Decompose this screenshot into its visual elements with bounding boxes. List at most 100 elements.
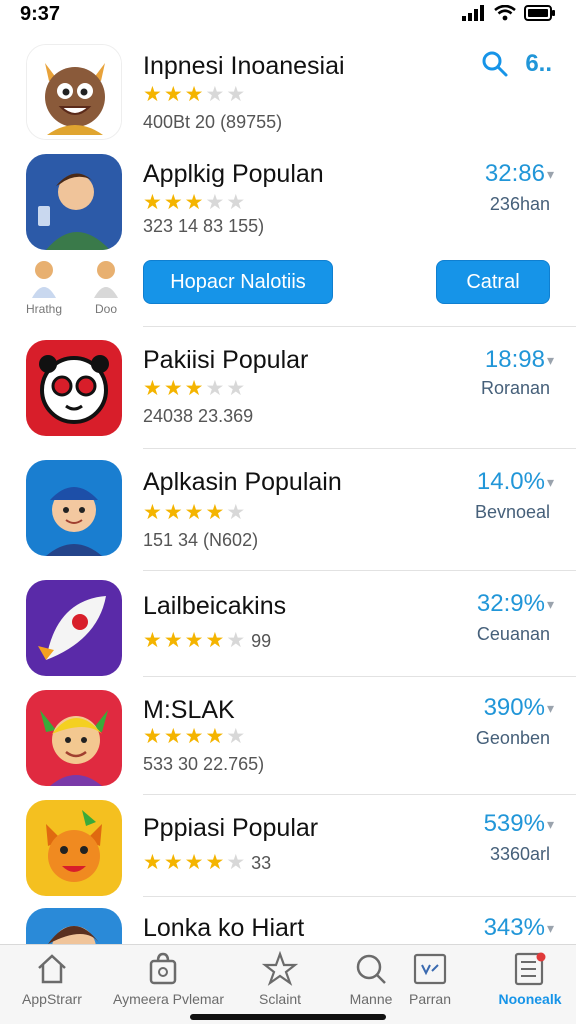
bag-icon — [149, 952, 177, 985]
mini-avatar-label: Doo — [94, 302, 117, 316]
app-icon-boy-cap — [26, 460, 122, 556]
tab-appstore[interactable]: AppStrarr — [2, 951, 102, 1007]
star-icon: ★ — [226, 83, 246, 106]
app-stat-sub: 3360arl — [489, 844, 550, 864]
app-icon-rocket — [26, 580, 122, 676]
app-meta: 24038 23.369 — [143, 406, 254, 426]
person-icon — [94, 261, 118, 298]
app-title: Pppiasi Popular — [143, 814, 319, 842]
tab-label: AppStrarr — [22, 991, 82, 1007]
divider — [143, 570, 576, 571]
app-icon-monster — [26, 44, 122, 140]
star-icon: ★ — [143, 851, 162, 874]
chevron-down-icon[interactable]: ▾ — [547, 816, 554, 832]
star-icon: ★ — [163, 629, 183, 652]
search-icon[interactable] — [481, 50, 509, 78]
chevron-down-icon[interactable]: ▾ — [547, 596, 554, 612]
app-stat-text: 14.0% — [476, 468, 545, 495]
app-stat-text: 390% — [483, 694, 545, 721]
app-title: M:SLAK — [143, 696, 235, 724]
app-stat-sub: 236han — [489, 194, 550, 214]
app-stat-sub: Geonben — [475, 728, 550, 748]
list-icon — [514, 952, 546, 986]
app-stat-sub: Roranan — [480, 378, 550, 398]
star-icon: ★ — [205, 83, 225, 106]
status-time: 9:37 — [20, 3, 61, 25]
star-rating: ★ ★ ★ ★ ★ — [143, 192, 245, 213]
app-stat-value: 343% ▾ — [484, 914, 554, 942]
mini-avatar[interactable]: Doo — [86, 258, 126, 316]
star-icon: ★ — [226, 191, 246, 214]
star-icon: ★ — [205, 501, 225, 524]
arcade-icon — [413, 953, 447, 985]
action-row: Hrathg Doo Hopacr Nalotiis Catral — [0, 258, 576, 320]
tab-bar: AppStrarr Aymeera Pvlemar Sclaint Manne … — [0, 944, 576, 1024]
mini-avatar[interactable]: Hrathg — [24, 258, 64, 316]
status-bar: 9:37 — [0, 0, 576, 30]
divider — [143, 326, 576, 327]
primary-button[interactable]: Hopacr Nalotiis — [143, 260, 333, 304]
secondary-button[interactable]: Catral — [436, 260, 550, 304]
star-icon: ★ — [205, 629, 225, 652]
app-stat-value: 390% ▾ — [484, 694, 554, 722]
wifi-icon — [494, 5, 516, 21]
star-icon: ★ — [184, 83, 204, 106]
app-icon-panda — [26, 340, 122, 436]
app-meta: 323 14 83 155) — [143, 216, 265, 236]
chevron-down-icon[interactable]: ▾ — [547, 166, 554, 182]
app-stat-value: 14.0% ▾ — [477, 468, 554, 496]
star-icon: ★ — [143, 629, 162, 652]
star-icon: ★ — [184, 377, 204, 400]
app-title: Inpnesi Inoanesiai — [143, 52, 345, 80]
app-stat-value: 32:9% ▾ — [477, 590, 554, 618]
app-stat-value: 32:86 ▾ — [485, 160, 554, 188]
star-icon: ★ — [143, 725, 162, 748]
divider — [143, 896, 576, 897]
star-icon: ★ — [205, 851, 225, 874]
star-icon — [262, 951, 298, 986]
star-icon: ★ — [184, 629, 204, 652]
divider — [143, 448, 576, 449]
star-icon: ★ — [184, 191, 204, 214]
chevron-down-icon[interactable]: ▾ — [547, 352, 554, 368]
app-stat-text: 32:9% — [476, 590, 545, 617]
more-button[interactable]: 6.. — [525, 50, 552, 78]
star-icon: ★ — [163, 83, 183, 106]
signal-icon — [462, 5, 484, 21]
header-actions: 6.. — [481, 50, 552, 78]
star-icon: ★ — [205, 377, 225, 400]
app-stat-text: 539% — [483, 810, 545, 837]
tab-label: Noonealk — [498, 991, 562, 1007]
chevron-down-icon[interactable]: ▾ — [547, 474, 554, 490]
star-icon: ★ — [163, 501, 183, 524]
tab-apps[interactable]: Aymeera Pvlemar — [113, 951, 224, 1007]
chevron-down-icon[interactable]: ▾ — [547, 920, 554, 936]
tab-games[interactable]: Parran — [380, 951, 480, 1007]
tab-label: Sclaint — [258, 991, 302, 1007]
star-icon: ★ — [163, 851, 183, 874]
home-icon — [38, 954, 66, 984]
star-icon: ★ — [184, 725, 204, 748]
app-stat-sub: Ceuanan — [476, 624, 550, 644]
star-rating: ★ ★ ★ ★ ★ 99 — [143, 630, 271, 652]
app-icon-fox — [26, 800, 122, 896]
star-rating: ★ ★ ★ ★ ★ 33 — [143, 852, 271, 874]
tab-arcade[interactable]: Sclaint — [230, 951, 330, 1007]
star-icon: ★ — [143, 191, 162, 214]
app-meta: 400Bt 20 (89755) — [143, 112, 283, 132]
star-icon: ★ — [226, 629, 246, 652]
chevron-down-icon[interactable]: ▾ — [547, 700, 554, 716]
rating-count: 99 — [251, 631, 272, 651]
app-meta: 151 34 (N602) — [143, 530, 259, 550]
star-icon: ★ — [184, 851, 204, 874]
star-icon: ★ — [143, 377, 162, 400]
app-icon-blond-kid — [26, 690, 122, 786]
star-rating: ★ ★ ★ ★ ★ — [143, 84, 245, 105]
star-icon: ★ — [226, 725, 246, 748]
app-title: Lonka ko Hiart — [143, 914, 305, 942]
tab-updates[interactable]: Noonealk — [480, 951, 576, 1007]
rating-count: 33 — [251, 853, 272, 873]
divider — [143, 794, 576, 795]
app-title: Pakiisi Popular — [143, 346, 309, 374]
home-indicator[interactable] — [190, 1014, 386, 1020]
